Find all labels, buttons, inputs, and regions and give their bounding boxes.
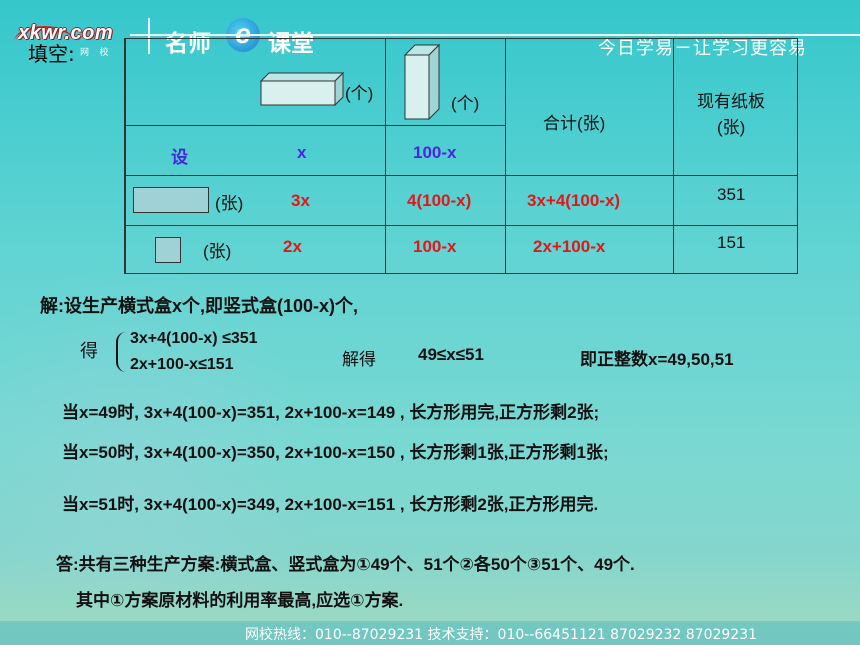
- solution-integers: 即正整数x=49,50,51: [580, 350, 734, 369]
- row-rect-c1: 3x: [291, 191, 310, 210]
- case-50: 当x=50时, 3x+4(100-x)=350, 2x+100-x=150 , …: [62, 443, 609, 462]
- row-square-c3: 2x+100-x: [533, 237, 606, 256]
- solution-range: 49≤x≤51: [418, 345, 484, 364]
- row-rect-c4: 351: [717, 185, 746, 204]
- row-set-100-x: 100-x: [413, 143, 457, 162]
- row-rect-c2: 4(100-x): [407, 191, 472, 210]
- horizontal-box-icon: [259, 71, 345, 107]
- case-49: 当x=49时, 3x+4(100-x)=351, 2x+100-x=149 , …: [62, 403, 600, 422]
- col1-unit: (个): [345, 84, 374, 103]
- row-set-label: 设: [171, 148, 188, 167]
- col2-unit: (个): [451, 94, 480, 113]
- col3-header: 合计(张): [543, 114, 606, 133]
- slide-footer: 网校热线：010--87029231 技术支持：010--66451121 87…: [0, 621, 860, 645]
- col4-header-line2: (张): [717, 118, 746, 137]
- solution-jiede: 解得: [342, 350, 376, 369]
- intro-label: 填空:: [28, 42, 75, 66]
- footer-contact: 网校热线：010--87029231 技术支持：010--66451121 87…: [245, 627, 758, 643]
- solution-setup: 解:设生产横式盒x个,即竖式盒(100-x)个,: [40, 296, 359, 316]
- square-sheet-icon: [155, 237, 181, 263]
- logo-subtext: 网 校: [80, 47, 113, 57]
- row-rect-c3: 3x+4(100-x): [527, 191, 621, 210]
- col4-header-line1: 现有纸板: [697, 92, 765, 111]
- row-set-x: x: [297, 143, 307, 162]
- case-51: 当x=51时, 3x+4(100-x)=349, 2x+100-x=151 , …: [62, 495, 599, 514]
- row-square-unit: (张): [203, 242, 232, 261]
- solution-de: 得: [80, 341, 98, 361]
- rectangle-sheet-icon: [133, 187, 209, 213]
- inequality-2: 2x+100-x≤151: [130, 356, 234, 373]
- answer-line-2: 其中①方案原材料的利用率最高,应选①方案.: [76, 591, 404, 610]
- inequality-1: 3x+4(100-x) ≤351: [130, 330, 258, 347]
- row-square-c2: 100-x: [413, 237, 457, 256]
- row-square-c4: 151: [717, 233, 746, 252]
- inequality-brace: [116, 332, 128, 372]
- answer-line-1: 答:共有三种生产方案:横式盒、竖式盒为①49个、51个②各50个③51个、49个…: [56, 555, 635, 574]
- material-table: (个) (个) 合计(张) 现有纸板 (张) 设 x 100-x (张) 3x …: [124, 38, 798, 274]
- row-square-c1: 2x: [283, 237, 302, 256]
- row-rect-unit: (张): [215, 194, 244, 213]
- vertical-box-icon: [403, 43, 441, 121]
